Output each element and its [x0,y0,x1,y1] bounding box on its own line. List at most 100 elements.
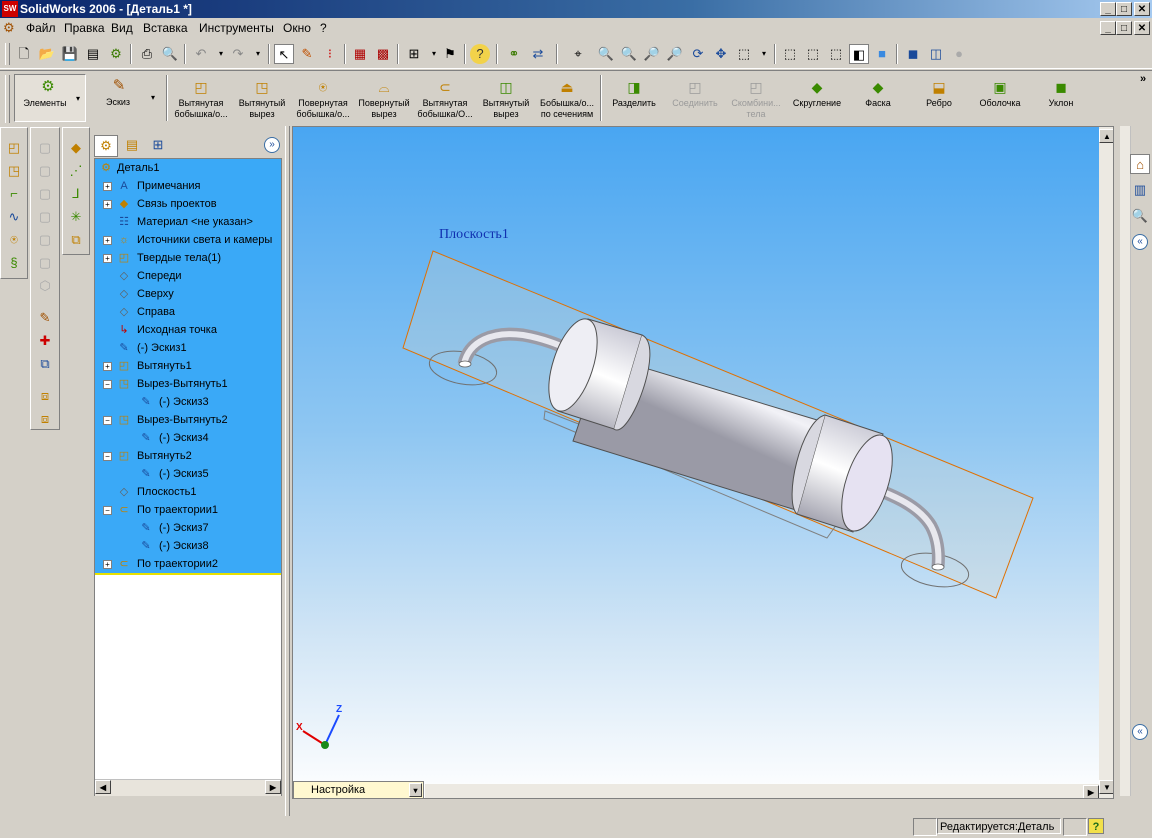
tree-item[interactable]: ✎ (-) Эскиз8 [95,537,281,555]
cut-icon[interactable]: ◳ [4,161,24,181]
expand-panel-icon[interactable]: » [264,137,280,153]
search-icon[interactable]: 🔍 [1130,206,1150,226]
point-icon[interactable]: ✳ [66,207,86,227]
wireframe-icon[interactable]: ⬚ [780,44,800,64]
toolbar-grip[interactable] [5,43,10,65]
hidden-lines-visible-icon[interactable]: ⬚ [803,44,823,64]
menu-file[interactable]: Файл [26,21,56,35]
helix-icon[interactable]: § [4,253,24,273]
menu-help[interactable]: ? [320,21,327,35]
shadows-icon[interactable]: ◼ [903,44,923,64]
document-icon[interactable]: ⚙ [3,20,19,36]
tree-item[interactable]: + A Примечания [95,177,281,195]
rib-button[interactable]: ⬓ Ребро [908,75,970,125]
standard-views-icon[interactable]: ⬚ [734,44,754,64]
box-icon[interactable]: ▢ [35,253,55,273]
extrude-icon[interactable]: ◰ [4,138,24,158]
hidden-lines-removed-icon[interactable]: ⬚ [826,44,846,64]
menu-view[interactable]: Вид [111,21,133,35]
tree-item[interactable]: − ◰ Вытянуть2 [95,447,281,465]
fillet-button[interactable]: ◆ Скругление [786,75,848,125]
scroll-right-icon[interactable]: ▶ [1083,785,1099,798]
tree-item[interactable]: − ◳ Вырез-Вытянуть2 [95,411,281,429]
box-icon[interactable]: ▢ [35,161,55,181]
chevron-down-icon[interactable]: ▾ [409,783,422,797]
tree-item[interactable]: ✎ (-) Эскиз7 [95,519,281,537]
extruded-boss-button[interactable]: ◰ Вытянутая бобышка/о... [170,75,232,125]
configuration-manager-tab-icon[interactable]: ⊞ [146,135,170,157]
box-icon[interactable]: ▢ [35,184,55,204]
scroll-right-icon[interactable]: ▶ [265,780,281,794]
combine-button[interactable]: ◰ Скомбини... тела [725,75,787,125]
expand-toggle-icon[interactable]: − [103,416,112,425]
tree-item[interactable]: ◇ Плоскость1 [95,483,281,501]
new-document-icon[interactable]: 🗋 [14,44,34,64]
print-icon[interactable]: ⎙ [137,44,157,64]
tab-features-dropdown-icon[interactable]: ▾ [76,94,80,103]
revolved-boss-button[interactable]: ⍟ Повернутая бобышка/о... [292,75,354,125]
plane1-label[interactable]: Плоскость1 [439,227,509,243]
command-manager-grip[interactable] [5,75,10,123]
tree-item[interactable]: + ◆ Связь проектов [95,195,281,213]
viewport-horizontal-scrollbar[interactable]: ▶ [425,784,1099,798]
properties-icon[interactable]: ▤ [83,44,103,64]
doc-restore-button[interactable]: □ [1116,21,1132,35]
minimize-button[interactable]: _ [1100,2,1116,16]
tree-item[interactable]: ✎ (-) Эскиз5 [95,465,281,483]
expand-toggle-icon[interactable]: − [103,506,112,515]
tab-sketch-dropdown-icon[interactable]: ▾ [151,93,155,102]
axis-icon[interactable]: ⋰ [66,161,86,181]
materials-icon[interactable]: ▩ [373,44,393,64]
add-sketch-icon[interactable]: ✚ [35,331,55,351]
shaded-icon[interactable]: ■ [872,44,892,64]
library-icon[interactable]: ▥ [1130,180,1150,200]
tree-item[interactable]: − ◳ Вырез-Вытянуть1 [95,375,281,393]
layer-icon[interactable]: ⧈ [35,409,55,429]
tree-item[interactable]: ◇ Справа [95,303,281,321]
edit-sketch-icon[interactable]: ✎ [35,308,55,328]
expand-toggle-icon[interactable]: + [103,236,112,245]
rotate-view-icon[interactable]: ⟳ [688,44,708,64]
tree-item[interactable]: + ⊂ По траектории2 [95,555,281,573]
print-preview-icon[interactable]: 🔍 [160,44,180,64]
redo-icon[interactable]: ↷ [228,44,248,64]
task-pane-splitter[interactable] [1120,126,1131,796]
tree-item[interactable]: ↳ Исходная точка [95,321,281,339]
scroll-left-icon[interactable]: ◀ [95,780,111,794]
expand-task-pane-icon[interactable]: « [1132,724,1148,740]
measure-icon[interactable]: ⊞ [404,44,424,64]
layer-icon[interactable]: ⧈ [35,386,55,406]
traffic-light-icon[interactable]: ⁝ [320,44,340,64]
expand-toggle-icon[interactable]: + [103,254,112,263]
maximize-button[interactable]: □ [1116,2,1132,16]
revolve-icon[interactable]: ⍟ [4,230,24,250]
arrange-icon[interactable]: ⧉ [35,354,55,374]
expand-toggle-icon[interactable]: + [103,362,112,371]
property-manager-tab-icon[interactable]: ▤ [120,135,144,157]
tree-item[interactable]: ◇ Спереди [95,267,281,285]
curve-icon[interactable]: ∿ [4,207,24,227]
model-view[interactable] [293,127,1114,799]
section-view-icon[interactable]: ◫ [926,44,946,64]
zoom-to-area-icon[interactable]: 🔍 [619,44,639,64]
feature-tree-tab-icon[interactable]: ⚙ [94,135,118,157]
rebuild-icon[interactable]: ✎ [297,44,317,64]
quick-tips-icon[interactable]: ? [1088,818,1104,834]
box-icon[interactable]: ▢ [35,138,55,158]
tree-horizontal-scrollbar[interactable]: ◀ ▶ [95,779,281,796]
tree-item[interactable]: ✎ (-) Эскиз4 [95,429,281,447]
sweep-path-icon[interactable]: ⌐ [4,184,24,204]
reference-geometry-icon[interactable]: ⚭ [504,44,524,64]
pan-icon[interactable]: ✥ [711,44,731,64]
zoom-to-selection-icon[interactable]: 🔎 [665,44,685,64]
extruded-cut-button[interactable]: ◳ Вытянутый вырез [231,75,293,125]
coordinate-system-icon[interactable]: ⅃ [66,184,86,204]
help-icon[interactable]: ? [470,44,490,64]
doc-close-button[interactable]: ✕ [1134,21,1150,35]
box-icon[interactable]: ▢ [35,230,55,250]
rollback-bar[interactable] [95,573,281,575]
expand-toggle-icon[interactable]: + [103,200,112,209]
zoom-to-fit-icon[interactable]: 🔍 [596,44,616,64]
tree-root[interactable]: ⚙ Деталь1 [95,159,281,177]
redo-dropdown-icon[interactable]: ▾ [248,44,268,64]
